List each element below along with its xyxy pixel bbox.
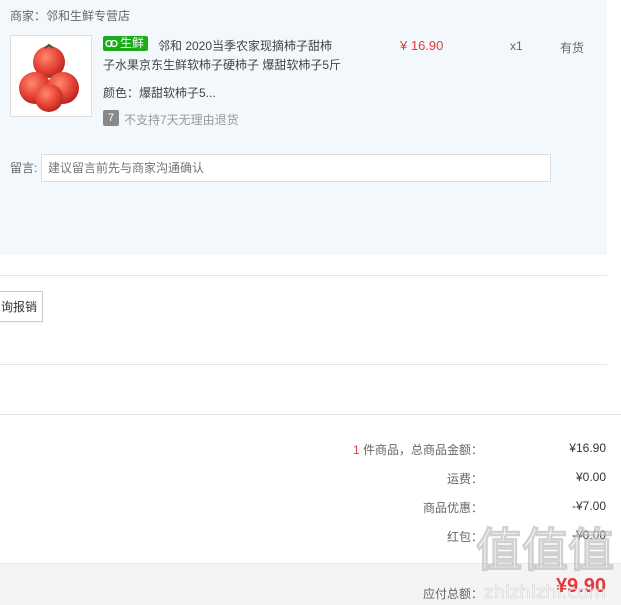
product-title-line1[interactable]: 邻和 2020当季农家现摘柿子甜柿 bbox=[158, 37, 332, 55]
message-label: 留言: bbox=[10, 161, 38, 175]
item-count: 1 bbox=[352, 443, 360, 457]
total-goods-label: 1 件商品，总商品金额： bbox=[353, 441, 483, 458]
total-goods-value: ¥16.90 bbox=[569, 441, 606, 455]
persimmon-image bbox=[19, 43, 79, 112]
watermark-site: zhizhizhi.com bbox=[484, 582, 606, 603]
divider bbox=[0, 364, 607, 365]
divider bbox=[0, 414, 621, 415]
item-quantity: x1 bbox=[510, 39, 523, 53]
fresh-logo-icon bbox=[105, 39, 118, 48]
message-input[interactable] bbox=[41, 154, 551, 182]
shipping-label: 运费： bbox=[446, 472, 483, 486]
product-variant: 颜色：爆甜软柿子5... bbox=[103, 86, 216, 100]
no-return-icon: 7 bbox=[103, 110, 119, 126]
item-price: ¥ 16.90 bbox=[400, 38, 444, 53]
total-goods-text: 件商品，总商品金额： bbox=[359, 443, 483, 457]
watermark-logo: 值值值 zhizhizhi.com bbox=[476, 523, 615, 604]
watermark-brand: 值值值 bbox=[476, 523, 614, 577]
return-policy: 不支持7天无理由退货 bbox=[124, 113, 239, 127]
divider bbox=[0, 275, 607, 276]
merchant-name: 商家：邻和生鲜专营店 bbox=[10, 9, 131, 23]
discount-value: -¥7.00 bbox=[571, 499, 606, 513]
product-title-line2[interactable]: 子水果京东生鲜软柿子硬柿子 爆甜软柿子5斤 bbox=[103, 56, 341, 74]
discount-label: 商品优惠： bbox=[422, 501, 483, 515]
product-image[interactable] bbox=[10, 35, 92, 117]
fresh-badge-label: 生鲜 bbox=[120, 36, 145, 50]
shipping-value: ¥0.00 bbox=[575, 470, 606, 484]
fresh-badge: 生鲜 bbox=[103, 36, 149, 51]
reimbursement-button[interactable]: 询报销 bbox=[0, 291, 43, 322]
stock-status: 有货 bbox=[560, 41, 585, 55]
